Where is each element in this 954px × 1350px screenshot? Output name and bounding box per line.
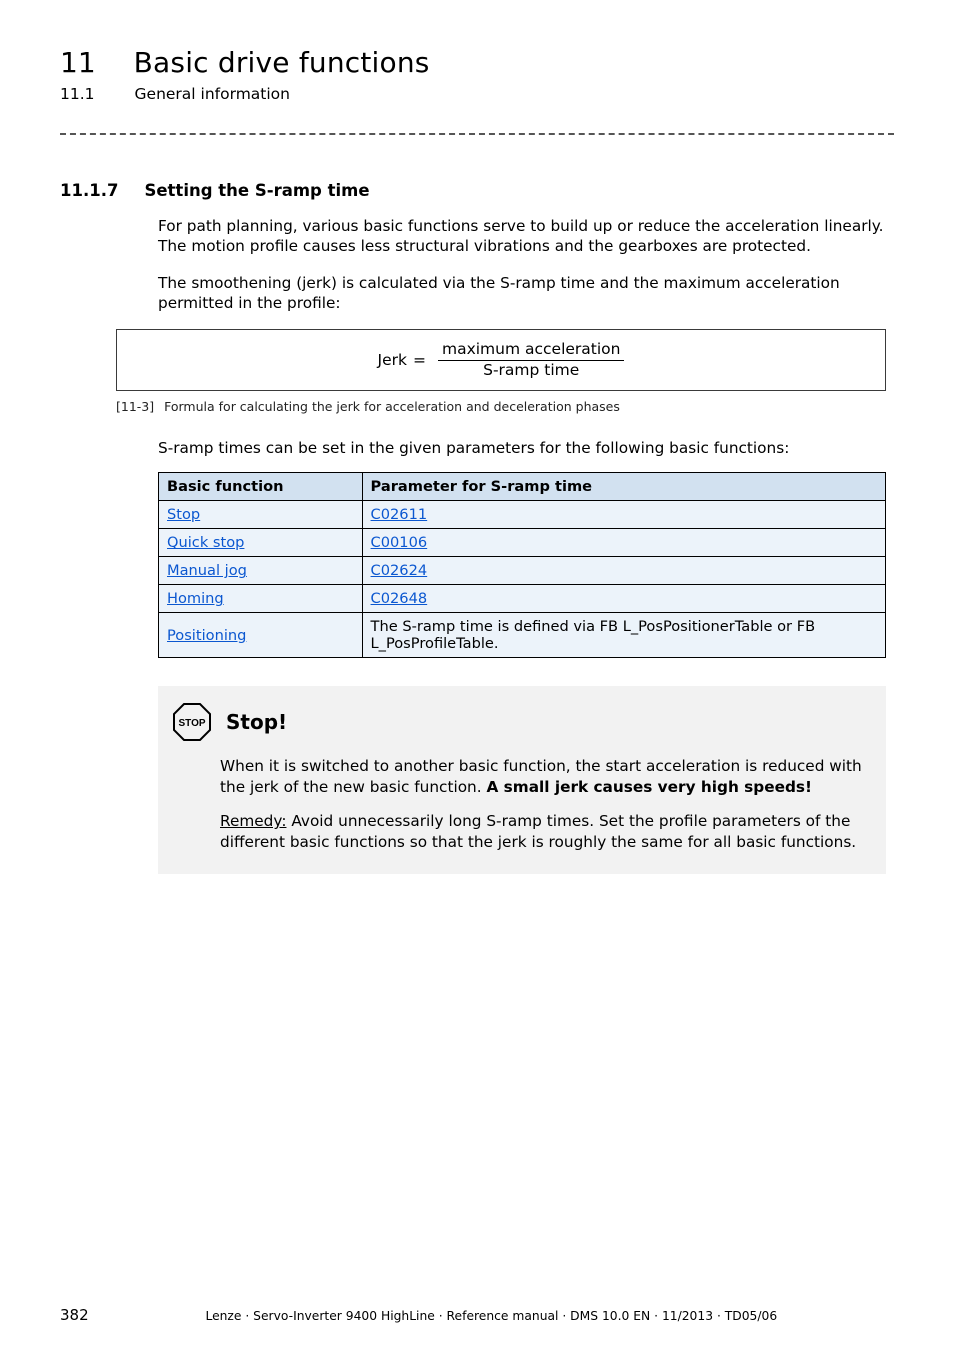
- parameter-link[interactable]: C02624: [371, 562, 428, 579]
- section-row: 11.1.7 Setting the S-ramp time: [60, 181, 894, 200]
- subsection-row: 11.1 General information: [60, 85, 894, 103]
- formula-caption-text: Formula for calculating the jerk for acc…: [164, 399, 620, 414]
- table-row: Homing C02648: [159, 585, 886, 613]
- callout-header: STOP Stop!: [172, 702, 868, 742]
- formula-caption: [11-3] Formula for calculating the jerk …: [116, 399, 886, 414]
- footer-text: Lenze · Servo-Inverter 9400 HighLine · R…: [89, 1309, 894, 1323]
- table-header-parameter: Parameter for S-ramp time: [362, 473, 885, 501]
- basic-function-link[interactable]: Quick stop: [167, 534, 244, 551]
- stop-icon-label: STOP: [178, 718, 205, 729]
- stop-callout: STOP Stop! When it is switched to anothe…: [158, 686, 886, 873]
- table-row: Quick stop C00106: [159, 529, 886, 557]
- divider-dashed: [60, 133, 894, 135]
- formula-box: Jerk = maximum acceleration S-ramp time: [116, 329, 886, 391]
- parameter-link[interactable]: C02611: [371, 506, 428, 523]
- paragraph-3: S-ramp times can be set in the given par…: [158, 438, 886, 458]
- section-number: 11.1.7: [60, 181, 118, 200]
- chapter-number: 11: [60, 46, 96, 79]
- basic-function-link[interactable]: Positioning: [167, 627, 246, 644]
- paragraph-2: The smoothening (jerk) is calculated via…: [158, 273, 886, 314]
- table-row: Stop C02611: [159, 501, 886, 529]
- stop-icon: STOP: [172, 702, 212, 742]
- basic-function-link[interactable]: Stop: [167, 506, 200, 523]
- subsection-number: 11.1: [60, 85, 95, 103]
- page-number: 382: [60, 1306, 89, 1324]
- footer: 382 Lenze · Servo-Inverter 9400 HighLine…: [60, 1306, 894, 1324]
- parameters-table: Basic function Parameter for S-ramp time…: [158, 472, 886, 658]
- table-header-row: Basic function Parameter for S-ramp time: [159, 473, 886, 501]
- body-column: For path planning, various basic functio…: [158, 216, 886, 874]
- parameter-link[interactable]: C00106: [371, 534, 428, 551]
- formula-denominator: S-ramp time: [479, 361, 583, 380]
- callout-title: Stop!: [226, 710, 287, 734]
- callout-paragraph-1: When it is switched to another basic fun…: [220, 756, 868, 797]
- callout-p2-lead: Remedy:: [220, 812, 286, 830]
- chapter-title: Basic drive functions: [134, 46, 430, 79]
- basic-function-link[interactable]: Homing: [167, 590, 224, 607]
- formula-fraction: maximum acceleration S-ramp time: [438, 340, 625, 380]
- subsection-title: General information: [135, 85, 290, 103]
- basic-function-link[interactable]: Manual jog: [167, 562, 247, 579]
- chapter-row: 11 Basic drive functions: [60, 46, 894, 79]
- callout-p1-strong: A small jerk causes very high speeds!: [486, 778, 812, 796]
- formula-numerator: maximum acceleration: [438, 340, 625, 360]
- table-header-basic-function: Basic function: [159, 473, 363, 501]
- parameter-link[interactable]: C02648: [371, 590, 428, 607]
- parameter-text: The S-ramp time is defined via FB L_PosP…: [362, 613, 885, 658]
- section-title: Setting the S-ramp time: [144, 181, 369, 200]
- formula-eq: =: [413, 351, 426, 369]
- paragraph-1: For path planning, various basic functio…: [158, 216, 886, 257]
- formula-caption-ref: [11-3]: [116, 399, 154, 414]
- table-row: Manual jog C02624: [159, 557, 886, 585]
- page: 11 Basic drive functions 11.1 General in…: [0, 0, 954, 1350]
- table-row: Positioning The S-ramp time is defined v…: [159, 613, 886, 658]
- callout-paragraph-2: Remedy: Avoid unnecessarily long S-ramp …: [220, 811, 868, 852]
- callout-p2-rest: Avoid unnecessarily long S-ramp times. S…: [220, 812, 856, 850]
- formula-lhs: Jerk: [378, 351, 407, 369]
